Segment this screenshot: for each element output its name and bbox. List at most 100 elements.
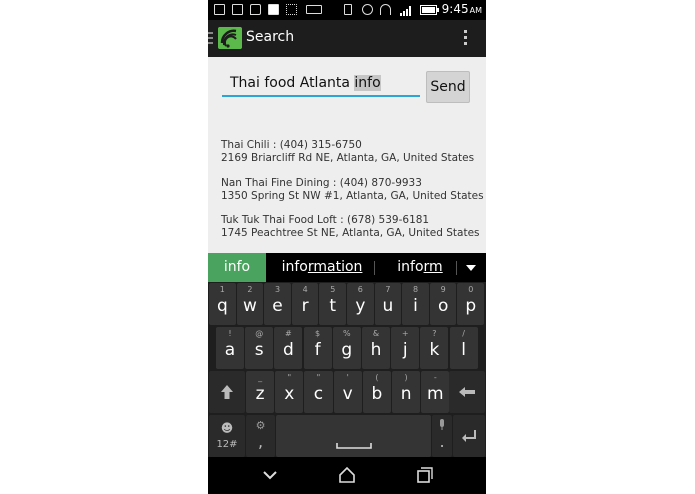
key-alt-label: # — [285, 329, 292, 338]
status-bar: 9:45AM — [208, 0, 486, 20]
key-label: x — [284, 384, 295, 404]
key-c[interactable]: " c — [304, 371, 333, 413]
emoji-icon: ☻ — [220, 421, 234, 435]
space-key[interactable] — [276, 415, 431, 457]
key-alt-label: & — [372, 329, 380, 338]
key-v[interactable]: ' v — [333, 371, 362, 413]
key-e[interactable]: 3e — [264, 283, 291, 325]
keyboard-row-1: 1q2w3e4r5t6y7u8i9o0p — [208, 282, 486, 326]
key-alt-label: ? — [432, 329, 437, 338]
key-alt-label: 9 — [440, 285, 446, 294]
facebook-icon — [268, 4, 279, 15]
enter-icon — [462, 430, 476, 442]
key-alt-label: 7 — [385, 285, 391, 294]
key-o[interactable]: 9o — [429, 283, 457, 325]
message-icon — [250, 4, 261, 15]
key-s[interactable]: @ s — [245, 327, 274, 369]
result-item[interactable]: Thai Chili : (404) 315-6750 2169 Briarcl… — [221, 139, 474, 165]
key-x[interactable]: " x — [275, 371, 304, 413]
result-title: Thai Chili : (404) 315-6750 — [221, 139, 362, 151]
backspace-key[interactable] — [449, 371, 485, 413]
key-t[interactable]: 5t — [319, 283, 347, 325]
backspace-icon — [459, 387, 475, 397]
key-b[interactable]: (b — [362, 371, 391, 413]
key-label: i — [413, 296, 418, 316]
key-alt-label: 1 — [219, 285, 225, 294]
suggestion-divider — [374, 261, 375, 275]
wifi-icon — [380, 4, 391, 15]
result-title: Nan Thai Fine Dining : (404) 870-9933 — [221, 177, 422, 189]
key-j[interactable]: + j — [391, 327, 420, 369]
key-label: h — [370, 340, 382, 360]
key-y[interactable]: 6y — [347, 283, 374, 325]
shift-key[interactable] — [209, 371, 245, 413]
key-alt-label: 5 — [330, 285, 336, 294]
key-d[interactable]: # d — [274, 327, 303, 369]
keyboard-icon — [306, 5, 322, 14]
key-alt-label: % — [342, 329, 351, 338]
key-z[interactable]: _ z — [246, 371, 275, 413]
key-l[interactable]: / l — [449, 327, 478, 369]
result-item[interactable]: Tuk Tuk Thai Food Loft : (678) 539-6181 … — [221, 214, 480, 240]
phone-screen: 9:45AM Search Thai food Atlanta info Sen… — [208, 0, 486, 494]
main-content: Thai food Atlanta info Send Thai Chili :… — [208, 57, 486, 253]
key-label: z — [255, 384, 265, 404]
suggestion-2[interactable]: information — [268, 253, 376, 282]
key-alt-label: $ — [315, 329, 321, 338]
key-alt-label: 4 — [302, 285, 308, 294]
key-p[interactable]: 0p — [457, 283, 485, 325]
suggestion-strip: info information inform — [208, 253, 486, 282]
key-alt-label: 6 — [357, 285, 363, 294]
key-alt-label: ! — [228, 329, 232, 338]
key-m[interactable]: -m — [421, 371, 450, 413]
expand-suggestions-icon[interactable] — [466, 265, 476, 271]
keyboard: 1q2w3e4r5t6y7u8i9o0p ! a @ s # d $ f% g & h + j? k / l … — [208, 282, 486, 457]
result-address: 1745 Peachtree St NE, Atlanta, GA, Unite… — [221, 227, 480, 239]
selected-text: info — [354, 75, 381, 91]
recents-icon[interactable] — [413, 465, 435, 485]
key-w[interactable]: 2w — [236, 283, 264, 325]
key-g[interactable]: % g — [332, 327, 361, 369]
comma-key[interactable]: ⚙ , — [246, 415, 275, 457]
key-u[interactable]: 7u — [374, 283, 402, 325]
key-r[interactable]: 4r — [291, 283, 319, 325]
enter-key[interactable] — [453, 415, 485, 457]
vibrate-icon — [344, 4, 352, 15]
key-alt-label: 0 — [468, 285, 474, 294]
key-alt-label: ) — [404, 373, 408, 382]
home-icon[interactable] — [336, 465, 358, 485]
key-q[interactable]: 1q — [209, 283, 236, 325]
key-label: t — [329, 296, 337, 316]
period-key[interactable]: . — [432, 415, 452, 457]
key-label: r — [301, 296, 309, 316]
dots-icon — [286, 4, 297, 15]
key-h[interactable]: & h — [362, 327, 390, 369]
result-item[interactable]: Nan Thai Fine Dining : (404) 870-9933 13… — [221, 177, 484, 203]
key-label: l — [461, 340, 466, 360]
settings-icon: ⚙ — [255, 419, 266, 432]
result-title: Tuk Tuk Thai Food Loft : (678) 539-6181 — [221, 214, 430, 226]
key-alt-label: " — [316, 373, 321, 382]
notification-icon — [214, 4, 225, 15]
key-alt-label: 3 — [274, 285, 281, 294]
key-label: s — [254, 340, 264, 360]
clock: 9:45AM — [441, 2, 482, 16]
signal-icon — [400, 6, 411, 16]
key-a[interactable]: ! a — [216, 327, 244, 369]
symbols-key[interactable]: ☻ 12# — [209, 415, 245, 457]
key-label: k — [429, 340, 440, 360]
suggestion-1[interactable]: info — [208, 253, 266, 282]
key-k[interactable]: ? k — [420, 327, 449, 369]
key-n[interactable]: ) n — [392, 371, 421, 413]
drawer-indicator-icon[interactable] — [208, 32, 213, 44]
suggestion-3[interactable]: inform — [376, 253, 464, 282]
key-f[interactable]: $ f — [303, 327, 332, 369]
send-button[interactable]: Send — [426, 71, 470, 103]
back-icon[interactable] — [259, 465, 281, 485]
key-alt-label: _ — [258, 373, 263, 382]
image-icon — [232, 4, 243, 15]
overflow-menu-icon[interactable] — [464, 30, 468, 46]
key-i[interactable]: 8i — [402, 283, 429, 325]
wifi-search-app-icon[interactable] — [218, 27, 242, 49]
key-label: c — [313, 384, 324, 404]
